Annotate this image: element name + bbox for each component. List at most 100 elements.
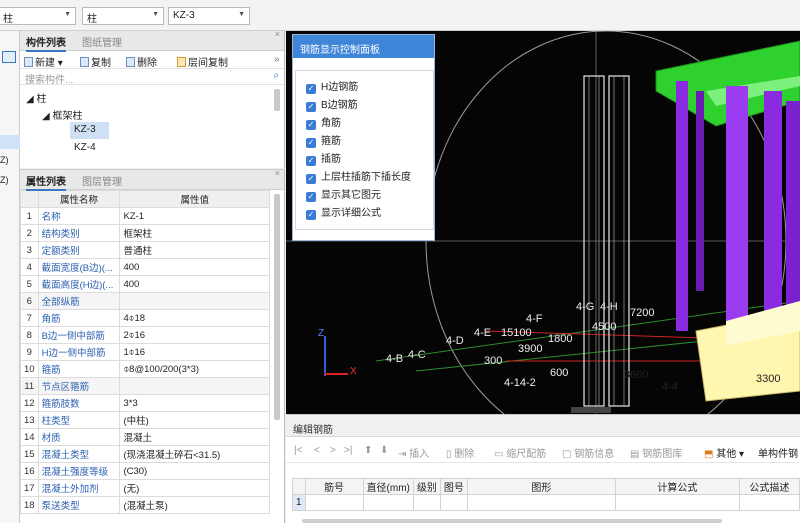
checkbox-checked-icon[interactable]: ✓ <box>306 102 316 112</box>
option-upper-dowel-length[interactable]: ✓ 上层柱插筋下插长度 <box>306 168 411 184</box>
tab-drawing-manage[interactable]: 图纸管理 <box>82 34 122 49</box>
property-value[interactable]: 2⌽16 <box>119 326 270 344</box>
table-cell[interactable] <box>614 494 740 511</box>
property-row[interactable]: 16 混凝土强度等级 (C30) <box>20 462 270 480</box>
property-value[interactable]: 3*3 <box>119 394 270 412</box>
search-input[interactable]: 搜索构件... <box>25 75 73 86</box>
rebar-info-button[interactable]: ▢ 钢筋信息 <box>562 445 614 460</box>
close-icon[interactable]: × <box>275 29 280 39</box>
checkbox-checked-icon[interactable]: ✓ <box>306 120 316 130</box>
checkbox-checked-icon[interactable]: ✓ <box>306 84 316 94</box>
first-button[interactable]: |< <box>294 445 302 456</box>
table-cell[interactable] <box>412 494 441 511</box>
table-cell[interactable] <box>304 494 364 511</box>
grid-scrollbar[interactable] <box>302 519 722 523</box>
component-search[interactable]: 搜索构件... ⌕ <box>20 69 284 86</box>
prev-button[interactable]: < <box>314 445 320 456</box>
table-cell[interactable] <box>439 494 468 511</box>
single-component-button[interactable]: 单构件钢 <box>758 445 798 460</box>
nav-panel-icon[interactable] <box>2 51 16 63</box>
more-icon[interactable]: » <box>274 54 280 65</box>
property-row[interactable]: 3 定额类别 普通柱 <box>20 241 270 259</box>
insert-button[interactable]: ⇥ 插入 <box>398 445 429 460</box>
property-value[interactable]: KZ-1 <box>119 207 270 225</box>
copy-button[interactable]: 复制 <box>80 54 111 69</box>
property-row[interactable]: 11 节点区箍筋 <box>20 377 270 395</box>
property-row[interactable]: 9 H边一侧中部筋 1⌽16 <box>20 343 270 361</box>
rebar-library-button[interactable]: ▤ 钢筋图库 <box>630 445 682 460</box>
property-value[interactable]: ⌽8@100/200(3*3) <box>119 360 270 378</box>
property-scrollbar[interactable] <box>274 194 280 420</box>
property-value[interactable]: 普通柱 <box>119 241 270 259</box>
tree-item-kz3[interactable]: KZ-3 <box>74 124 96 135</box>
tree-item-kz4[interactable]: KZ-4 <box>74 142 96 153</box>
checkbox-checked-icon[interactable]: ✓ <box>306 138 316 148</box>
property-value[interactable]: 400 <box>119 275 270 293</box>
property-value[interactable]: 混凝土 <box>119 428 270 446</box>
floor-combo[interactable]: 柱 ▼ <box>0 7 76 25</box>
option-show-other[interactable]: ✓ 显示其它图元 <box>306 186 381 202</box>
tab-layer-manage[interactable]: 图层管理 <box>82 173 122 188</box>
property-row[interactable]: 1 名称 KZ-1 <box>20 207 270 225</box>
close-icon[interactable]: × <box>275 168 280 178</box>
checkbox-checked-icon[interactable]: ✓ <box>306 192 316 202</box>
property-value[interactable]: (混凝土泵) <box>119 496 270 514</box>
move-down-icon[interactable]: ⬇ <box>380 445 388 456</box>
option-show-formula[interactable]: ✓ 显示详细公式 <box>306 204 381 220</box>
property-value[interactable]: 框架柱 <box>119 224 270 242</box>
property-row[interactable]: 14 材质 混凝土 <box>20 428 270 446</box>
checkbox-checked-icon[interactable]: ✓ <box>306 210 316 220</box>
property-row[interactable]: 5 截面高度(H边)(... 400 <box>20 275 270 293</box>
tab-component-list[interactable]: 构件列表 <box>26 34 66 52</box>
property-row[interactable]: 4 截面宽度(B边)(... 400 <box>20 258 270 276</box>
option-h-rebar[interactable]: ✓ H边钢筋 <box>306 78 358 94</box>
option-b-rebar[interactable]: ✓ B边钢筋 <box>306 96 358 112</box>
property-value[interactable]: (现浇混凝土碎石<31.5) <box>119 445 270 463</box>
type-combo[interactable]: 柱 ▼ <box>82 7 164 25</box>
checkbox-checked-icon[interactable]: ✓ <box>306 156 316 166</box>
property-value[interactable]: (中柱) <box>119 411 270 429</box>
viewport-scrollbar[interactable] <box>571 407 611 413</box>
option-dowel[interactable]: ✓ 插筋 <box>306 150 341 166</box>
property-row[interactable]: 10 箍筋 ⌽8@100/200(3*3) <box>20 360 270 378</box>
property-value[interactable]: 400 <box>119 258 270 276</box>
new-button[interactable]: 新建 ▾ <box>24 54 63 69</box>
property-row[interactable]: 17 混凝土外加剂 (无) <box>20 479 270 497</box>
row-number[interactable]: 1 <box>292 494 306 511</box>
tree-scrollbar[interactable] <box>274 89 280 111</box>
last-button[interactable]: >| <box>344 445 352 456</box>
property-value[interactable]: 4⌽18 <box>119 309 270 327</box>
component-combo[interactable]: KZ-3 ▼ <box>168 7 250 25</box>
option-corner-rebar[interactable]: ✓ 角筋 <box>306 114 341 130</box>
table-cell[interactable] <box>466 494 616 511</box>
table-cell[interactable] <box>738 494 800 511</box>
property-value[interactable] <box>119 377 270 395</box>
property-value[interactable]: (无) <box>119 479 270 497</box>
property-row[interactable]: 7 角筋 4⌽18 <box>20 309 270 327</box>
tree-root[interactable]: ◢ 柱 <box>26 90 46 105</box>
property-value[interactable] <box>119 292 270 310</box>
property-value[interactable]: 1⌽16 <box>119 343 270 361</box>
other-button[interactable]: ⬒ 其他 ▾ <box>704 445 744 460</box>
tab-property-list[interactable]: 属性列表 <box>26 173 66 191</box>
scale-rebar-button[interactable]: ▭ 缩尺配筋 <box>494 445 546 460</box>
property-row[interactable]: 8 B边一侧中部筋 2⌽16 <box>20 326 270 344</box>
property-row[interactable]: 12 箍筋肢数 3*3 <box>20 394 270 412</box>
move-up-icon[interactable]: ⬆ <box>364 445 372 456</box>
delete-button[interactable]: 删除 <box>126 54 157 69</box>
table-cell[interactable] <box>362 494 414 511</box>
next-button[interactable]: > <box>330 445 336 456</box>
checkbox-checked-icon[interactable]: ✓ <box>306 174 316 184</box>
option-stirrup[interactable]: ✓ 箍筋 <box>306 132 341 148</box>
property-row[interactable]: 18 泵送类型 (混凝土泵) <box>20 496 270 514</box>
property-row[interactable]: 2 结构类别 框架柱 <box>20 224 270 242</box>
layer-copy-button[interactable]: 层间复制 <box>177 54 228 69</box>
property-row[interactable]: 6 全部纵筋 <box>20 292 270 310</box>
property-value[interactable]: (C30) <box>119 462 270 480</box>
nav-selected-row[interactable] <box>0 135 20 149</box>
delete-row-button[interactable]: ▯ 删除 <box>446 445 474 460</box>
tree-group[interactable]: ◢ 框架柱 <box>42 107 82 122</box>
property-row[interactable]: 13 柱类型 (中柱) <box>20 411 270 429</box>
search-icon[interactable]: ⌕ <box>273 70 279 81</box>
property-row[interactable]: 15 混凝土类型 (现浇混凝土碎石<31.5) <box>20 445 270 463</box>
